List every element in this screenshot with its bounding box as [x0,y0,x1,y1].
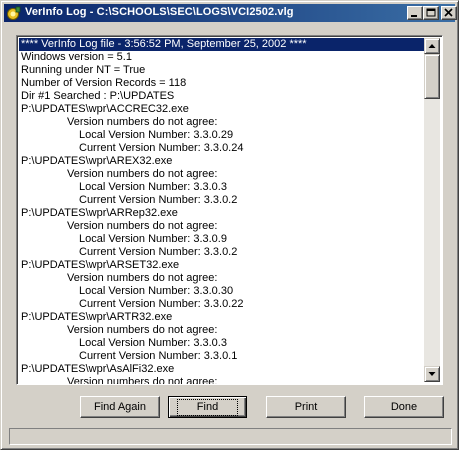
log-listbox[interactable]: **** VerInfo Log file - 3:56:52 PM, Sept… [16,35,443,385]
log-line[interactable]: Version numbers do not agree: [19,116,427,129]
find-again-button[interactable]: Find Again [80,396,160,418]
minimize-button[interactable] [407,6,423,20]
find-button[interactable]: Find [168,396,247,418]
log-line[interactable]: Current Version Number: 3.3.0.24 [19,142,427,155]
log-line[interactable]: Local Version Number: 3.3.0.30 [19,285,427,298]
log-line[interactable]: Running under NT = True [19,64,427,77]
log-line[interactable]: Local Version Number: 3.3.0.3 [19,181,427,194]
log-line[interactable]: Local Version Number: 3.3.0.9 [19,233,427,246]
close-icon [444,8,453,17]
verinfo-log-window: VerInfo Log - C:\SCHOOLS\SEC\LOGS\VCI250… [0,0,459,450]
log-line[interactable]: Version numbers do not agree: [19,220,427,233]
log-line[interactable]: Current Version Number: 3.3.0.2 [19,194,427,207]
log-line[interactable]: Dir #1 Searched : P:\UPDATES [19,90,427,103]
log-line[interactable]: Current Version Number: 3.3.0.1 [19,350,427,363]
log-line[interactable]: Version numbers do not agree: [19,168,427,181]
log-line[interactable]: Current Version Number: 3.3.0.22 [19,298,427,311]
log-line[interactable]: P:\UPDATES\wpr\ARSET32.exe [19,259,427,272]
window-title: VerInfo Log - C:\SCHOOLS\SEC\LOGS\VCI250… [25,6,294,18]
minimize-icon [411,15,417,17]
done-button[interactable]: Done [364,396,444,418]
close-button[interactable] [441,6,457,20]
maximize-button[interactable] [423,6,439,20]
log-line[interactable]: P:\UPDATES\wpr\ARRep32.exe [19,207,427,220]
app-icon[interactable] [6,5,22,21]
log-line[interactable]: P:\UPDATES\wpr\AsAlFi32.exe [19,363,427,376]
log-line[interactable]: P:\UPDATES\wpr\ACCREC32.exe [19,103,427,116]
log-line[interactable]: Windows version = 5.1 [19,51,427,64]
log-line[interactable]: Version numbers do not agree: [19,376,427,384]
log-line[interactable]: P:\UPDATES\wpr\AREX32.exe [19,155,427,168]
log-line[interactable]: Current Version Number: 3.3.0.2 [19,246,427,259]
log-line[interactable]: P:\UPDATES\wpr\ARTR32.exe [19,311,427,324]
log-lines: **** VerInfo Log file - 3:56:52 PM, Sept… [19,38,427,384]
find-button-label: Find [176,399,239,416]
print-button[interactable]: Print [266,396,346,418]
log-line[interactable]: Local Version Number: 3.3.0.3 [19,337,427,350]
status-bar [9,428,452,445]
log-line[interactable]: Version numbers do not agree: [19,272,427,285]
vertical-scrollbar[interactable] [424,38,440,382]
scroll-down-button[interactable] [424,366,440,382]
log-line[interactable]: Version numbers do not agree: [19,324,427,337]
log-line[interactable]: **** VerInfo Log file - 3:56:52 PM, Sept… [19,38,427,51]
scroll-thumb[interactable] [424,54,440,99]
title-bar[interactable]: VerInfo Log - C:\SCHOOLS\SEC\LOGS\VCI250… [4,4,457,22]
maximize-icon [426,8,436,17]
scroll-up-button[interactable] [424,38,440,54]
log-line[interactable]: Local Version Number: 3.3.0.29 [19,129,427,142]
arrow-up-icon [428,44,436,48]
log-line[interactable]: Number of Version Records = 118 [19,77,427,90]
arrow-down-icon [428,372,436,376]
